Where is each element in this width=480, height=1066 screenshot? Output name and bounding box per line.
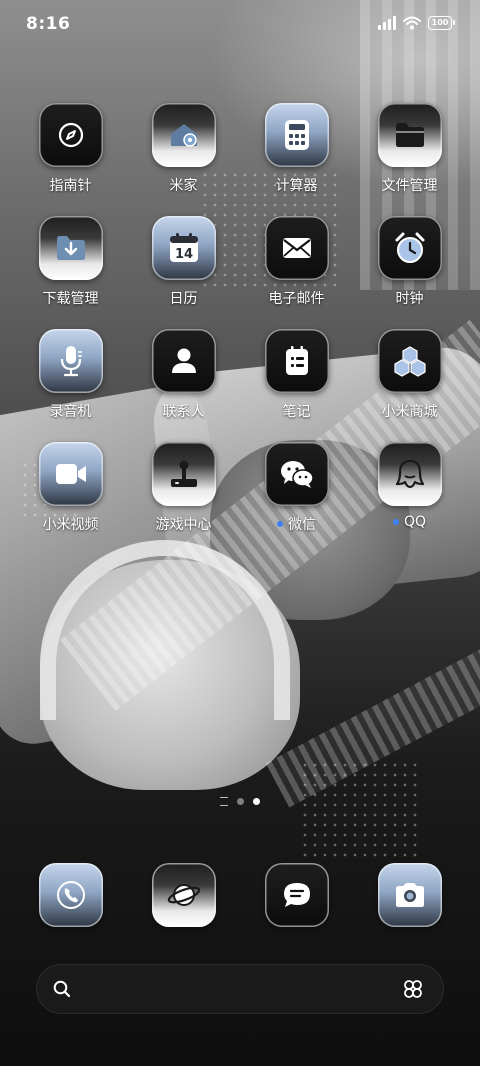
compass-icon <box>38 103 103 167</box>
app-game-center[interactable]: 游戏中心 <box>127 442 240 555</box>
search-input[interactable] <box>88 964 384 1016</box>
app-label: 联系人 <box>162 404 205 420</box>
app-download-manager[interactable]: 下载管理 <box>14 216 127 329</box>
microphone-icon <box>38 329 103 393</box>
app-notes[interactable]: 笔记 <box>240 329 353 442</box>
app-calculator[interactable]: 计算器 <box>240 103 353 216</box>
search-icon <box>53 980 71 998</box>
calculator-icon <box>264 103 329 167</box>
app-calendar[interactable]: 14 日历 <box>127 216 240 329</box>
app-email[interactable]: 电子邮件 <box>240 216 353 329</box>
camera-icon <box>377 863 442 927</box>
status-time: 8:16 <box>26 14 71 34</box>
folder-icon <box>377 103 442 167</box>
dock-browser[interactable] <box>127 863 240 927</box>
calendar-day-text: 14 <box>174 247 192 262</box>
app-label: 电子邮件 <box>268 291 325 307</box>
message-bubble-icon <box>264 863 329 927</box>
notes-icon <box>264 329 329 393</box>
download-folder-icon <box>38 216 103 280</box>
search-bar[interactable] <box>36 964 444 1016</box>
app-label: 下载管理 <box>42 291 99 307</box>
home-icon <box>151 103 216 167</box>
app-compass[interactable]: 指南针 <box>14 103 127 216</box>
app-label: 文件管理 <box>381 178 438 194</box>
app-label: 日历 <box>169 291 198 307</box>
app-label: 指南针 <box>49 178 92 194</box>
app-contacts[interactable]: 联系人 <box>127 329 240 442</box>
dock-phone[interactable] <box>14 863 127 927</box>
dock-camera[interactable] <box>353 863 466 927</box>
battery-icon: 100 <box>428 16 455 30</box>
app-label: 米家 <box>169 178 198 194</box>
alarm-clock-icon <box>377 216 442 280</box>
qq-penguin-icon <box>377 442 442 506</box>
app-mi-home[interactable]: 米家 <box>127 103 240 216</box>
store-cubes-icon <box>377 329 442 393</box>
notification-dot <box>392 519 399 525</box>
app-file-manager[interactable]: 文件管理 <box>353 103 466 216</box>
app-mi-video[interactable]: 小米视频 <box>14 442 127 555</box>
page-dot <box>237 798 244 805</box>
person-icon <box>151 329 216 393</box>
app-label: 录音机 <box>49 404 92 420</box>
notification-dot <box>277 521 283 527</box>
app-label: QQ <box>392 514 426 530</box>
joystick-icon <box>151 442 216 506</box>
home-app-grid: 指南针 米家 计算器 文件管理 下载管理 14 日历 电子邮件 时钟 录音机 联… <box>14 103 466 555</box>
status-icons: 100 <box>378 16 455 30</box>
app-launcher-icon[interactable] <box>402 978 424 1000</box>
app-list-indicator-icon <box>220 797 228 806</box>
app-qq[interactable]: QQ <box>353 442 466 555</box>
wallpaper-dot-pattern <box>300 760 420 860</box>
page-indicator[interactable] <box>0 797 480 806</box>
cellular-signal-icon <box>378 16 396 30</box>
app-recorder[interactable]: 录音机 <box>14 329 127 442</box>
page-dot-active <box>253 798 260 805</box>
app-clock[interactable]: 时钟 <box>353 216 466 329</box>
dock <box>14 863 466 927</box>
app-label: 小米视频 <box>42 517 99 533</box>
wechat-icon <box>264 442 329 506</box>
app-label: 计算器 <box>275 178 318 194</box>
app-label: 时钟 <box>395 291 424 307</box>
app-label: 笔记 <box>282 404 311 420</box>
calendar-icon: 14 <box>151 216 216 280</box>
app-mi-store[interactable]: 小米商城 <box>353 329 466 442</box>
video-camera-icon <box>38 442 103 506</box>
status-bar: 8:16 100 <box>0 0 480 50</box>
dock-messages[interactable] <box>240 863 353 927</box>
planet-icon <box>151 863 216 927</box>
wifi-icon <box>403 16 421 30</box>
app-label: 游戏中心 <box>155 517 212 533</box>
app-label: 小米商城 <box>381 404 438 420</box>
app-label: 微信 <box>277 514 316 534</box>
app-wechat[interactable]: 微信 <box>240 442 353 555</box>
mail-icon <box>264 216 329 280</box>
phone-icon <box>38 863 103 927</box>
